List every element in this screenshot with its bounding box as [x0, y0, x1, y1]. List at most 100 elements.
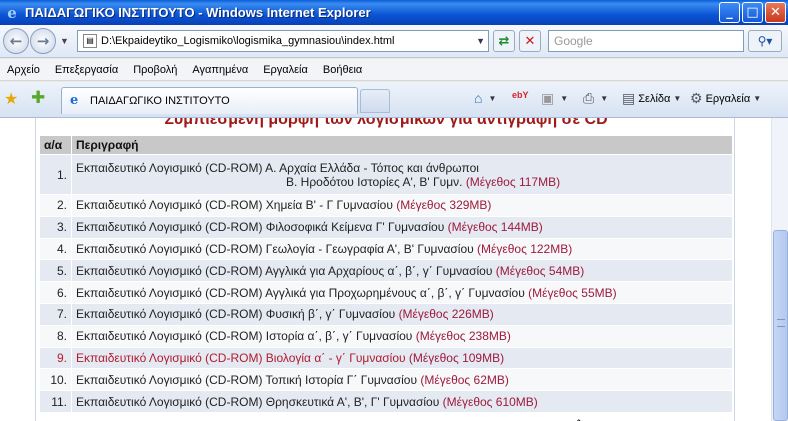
vertical-scrollbar[interactable] — [771, 118, 788, 421]
table-row[interactable]: 11. Εκπαιδευτικό Λογισμικό (CD-ROM) Θρησκ… — [39, 390, 733, 413]
menu-tools[interactable]: Εργαλεία — [256, 64, 316, 76]
feeds-button[interactable]: ▣ ▼ — [541, 90, 568, 107]
row-desc-text[interactable]: Εκπαιδευτικό Λογισμικό (CD-ROM) Φιλοσοφι… — [76, 220, 444, 234]
title-bar: e ΠΑΙΔΑΓΩΓΙΚΟ ΙΝΣΤΙΤΟΥΤΟ - Windows Inter… — [0, 0, 788, 25]
printer-icon: ⎙ — [583, 90, 595, 106]
row-description[interactable]: Εκπαιδευτικό Λογισμικό (CD-ROM) Χημεία Β… — [71, 194, 733, 217]
row-description[interactable]: Εκπαιδευτικό Λογισμικό (CD-ROM) Φυσική β… — [71, 302, 733, 326]
feeds-dropdown-icon: ▼ — [560, 94, 569, 103]
row-description[interactable]: Εκπαιδευτικό Λογισμικό (CD-ROM) Βιολογία… — [71, 346, 733, 370]
table-row[interactable]: 9. Εκπαιδευτικό Λογισμικό (CD-ROM) Βιολογ… — [39, 346, 733, 370]
print-button[interactable]: ⎙ ▼ — [583, 90, 608, 107]
table-row[interactable]: 7. Εκπαιδευτικό Λογισμικό (CD-ROM) Φυσική… — [39, 302, 733, 326]
tools-menu-label: Εργαλεία — [705, 92, 751, 105]
row-size[interactable]: (Μέγεθος 226MB) — [399, 307, 494, 321]
row-description[interactable]: Εκπαιδευτικό Λογισμικό (CD-ROM) Α. Αρχαί… — [71, 154, 733, 195]
maximize-button[interactable]: □ — [742, 2, 763, 23]
history-dropdown-icon[interactable]: ▼ — [60, 36, 69, 46]
forward-button[interactable]: → — [30, 28, 56, 54]
row-description[interactable]: Εκπαιδευτικό Λογισμικό (CD-ROM) Αγγλικά … — [71, 259, 733, 283]
row-desc-text[interactable]: Εκπαιδευτικό Λογισμικό (CD-ROM) Φυσική β… — [76, 307, 395, 321]
back-button[interactable]: ← — [3, 28, 29, 54]
tab-ie-icon: e — [70, 93, 79, 108]
tab-label: ΠΑΙΔΑΓΩΓΙΚΟ ΙΝΣΤΙΤΟΥΤΟ — [90, 95, 230, 107]
row-desc-text[interactable]: Εκπαιδευτικό Λογισμικό (CD-ROM) Αγγλικά … — [76, 264, 492, 278]
row-desc-text[interactable]: Εκπαιδευτικό Λογισμικό (CD-ROM) Χημεία Β… — [76, 198, 393, 212]
favorites-star-icon[interactable]: ★ — [4, 89, 18, 109]
ebay-icon: ebY — [512, 90, 529, 100]
row-desc-text[interactable]: Εκπαιδευτικό Λογισμικό (CD-ROM) Γεωλογία… — [76, 242, 474, 256]
row-desc-text[interactable]: Εκπαιδευτικό Λογισμικό (CD-ROM) Τοπική Ι… — [76, 373, 417, 387]
home-button[interactable]: ⌂ ▼ — [474, 90, 496, 106]
menu-help[interactable]: Βοήθεια — [316, 64, 370, 76]
close-button[interactable]: ✕ — [765, 2, 786, 23]
page-menu-icon: ▤ — [622, 90, 636, 106]
home-dropdown-icon: ▼ — [488, 93, 497, 103]
row-size[interactable]: (Μέγεθος 55MB) — [528, 286, 617, 300]
row-number: 3. — [39, 215, 72, 239]
page-icon: ▤ — [83, 34, 97, 48]
minimize-button[interactable]: _ — [719, 2, 740, 23]
table-row[interactable]: 1. Εκπαιδευτικό Λογισμικό (CD-ROM) Α. Αρχ… — [39, 154, 733, 195]
tab-row: ★ ✚ e ΠΑΙΔΑΓΩΓΙΚΟ ΙΝΣΤΙΤΟΥΤΟ ⌂ ▼ ebY ▣ ▼ ⎙… — [0, 82, 788, 118]
page-menu-button[interactable]: ▤ Σελίδα ▼ — [622, 90, 681, 107]
row-description[interactable]: Εκπαιδευτικό Λογισμικό (CD-ROM) Γεωλογία… — [71, 237, 733, 261]
tools-menu-button[interactable]: ⚙ Εργαλεία ▼ — [690, 90, 761, 107]
tab-active[interactable]: e ΠΑΙΔΑΓΩΓΙΚΟ ΙΝΣΤΙΤΟΥΤΟ — [61, 87, 358, 114]
row-size[interactable]: (Μέγεθος 610MB) — [443, 395, 538, 409]
window-controls: _ □ ✕ — [719, 2, 786, 23]
table-row[interactable]: 5. Εκπαιδευτικό Λογισμικό (CD-ROM) Αγγλικ… — [39, 259, 733, 283]
row-description[interactable]: Εκπαιδευτικό Λογισμικό (CD-ROM) Φιλοσοφι… — [71, 215, 733, 239]
table-row[interactable]: 4. Εκπαιδευτικό Λογισμικό (CD-ROM) Γεωλογ… — [39, 237, 733, 261]
row-description[interactable]: Εκπαιδευτικό Λογισμικό (CD-ROM) Θρησκευτ… — [71, 390, 733, 413]
row-description[interactable]: Εκπαιδευτικό Λογισμικό (CD-ROM) Τοπική Ι… — [71, 368, 733, 392]
address-dropdown-icon[interactable]: ▼ — [476, 36, 485, 46]
stop-button[interactable]: ✕ — [519, 30, 541, 52]
row-desc-text[interactable]: Εκπαιδευτικό Λογισμικό (CD-ROM) Ιστορία … — [76, 329, 412, 343]
menu-favorites[interactable]: Αγαπημένα — [185, 64, 256, 76]
search-icon: ⚲▾ — [757, 34, 773, 48]
row-number: 1. — [39, 154, 72, 195]
row-size[interactable]: (Μέγεθος 329MB) — [396, 198, 491, 212]
row-size[interactable]: (Μέγεθος 238MB) — [416, 329, 511, 343]
menu-file[interactable]: Αρχείο — [0, 64, 48, 76]
print-dropdown-icon: ▼ — [600, 94, 609, 103]
menu-view[interactable]: Προβολή — [126, 64, 185, 76]
row-size[interactable]: (Μέγεθος 117MB) — [466, 175, 560, 189]
row-desc-text[interactable]: Εκπαιδευτικό Λογισμικό (CD-ROM) Θρησκευτ… — [76, 395, 439, 409]
page-frame: Συμπιεσμένη μορφή των λογισμικών για αντ… — [35, 118, 735, 421]
ebay-button[interactable]: ebY — [512, 90, 529, 100]
table-row[interactable]: 3. Εκπαιδευτικό Λογισμικό (CD-ROM) Φιλοσο… — [39, 215, 733, 239]
search-button[interactable]: ⚲▾ — [748, 30, 782, 52]
table-row[interactable]: 8. Εκπαιδευτικό Λογισμικό (CD-ROM) Ιστορί… — [39, 324, 733, 348]
new-tab-button[interactable] — [360, 89, 390, 113]
add-favorite-icon[interactable]: ✚ — [31, 88, 45, 108]
row-desc-text[interactable]: Εκπαιδευτικό Λογισμικό (CD-ROM) Βιολογία… — [76, 351, 406, 365]
scrollbar-thumb[interactable] — [773, 230, 788, 421]
row-desc-text[interactable]: Εκπαιδευτικό Λογισμικό (CD-ROM) Αγγλικά … — [76, 286, 525, 300]
refresh-button[interactable]: ⇄ — [493, 30, 515, 52]
menu-edit[interactable]: Επεξεργασία — [48, 64, 126, 76]
page-dropdown-icon: ▼ — [673, 94, 682, 103]
address-url[interactable]: D:\Ekpaideytiko_Logismiko\logismika_gymn… — [101, 35, 394, 47]
table-row[interactable]: 2. Εκπαιδευτικό Λογισμικό (CD-ROM) Χημεία… — [39, 194, 733, 217]
table-row[interactable]: 6. Εκπαιδευτικό Λογισμικό (CD-ROM) Αγγλικ… — [39, 281, 733, 304]
search-input[interactable]: Google — [548, 30, 744, 52]
row-size[interactable]: (Μέγεθος 62MB) — [420, 373, 509, 387]
row-number: 6. — [39, 281, 72, 304]
row-number: 2. — [39, 194, 72, 217]
refresh-icon: ⇄ — [498, 33, 510, 49]
row-size[interactable]: (Μέγεθος 122MB) — [477, 242, 572, 256]
menu-bar: Αρχείο Επεξεργασία Προβολή Αγαπημένα Εργ… — [0, 59, 788, 81]
row-desc-text-2[interactable]: Β. Ηροδότου Ιστορίες Α', Β' Γυμν. — [286, 175, 462, 189]
row-description[interactable]: Εκπαιδευτικό Λογισμικό (CD-ROM) Αγγλικά … — [71, 281, 733, 304]
address-bar[interactable]: ▤ D:\Ekpaideytiko_Logismiko\logismika_gy… — [77, 30, 489, 52]
row-description[interactable]: Εκπαιδευτικό Λογισμικό (CD-ROM) Ιστορία … — [71, 324, 733, 348]
scroll-grip-icon — [777, 319, 785, 327]
row-size[interactable]: (Μέγεθος 109MB) — [409, 351, 504, 365]
table-header: α/α Περιγραφή — [39, 135, 733, 155]
row-size[interactable]: (Μέγεθος 144MB) — [448, 220, 543, 234]
table-row[interactable]: 10. Εκπαιδευτικό Λογισμικό (CD-ROM) Τοπικ… — [39, 368, 733, 392]
row-size[interactable]: (Μέγεθος 54MB) — [496, 264, 585, 278]
row-desc-text[interactable]: Εκπαιδευτικό Λογισμικό (CD-ROM) Α. Αρχαί… — [76, 161, 479, 175]
